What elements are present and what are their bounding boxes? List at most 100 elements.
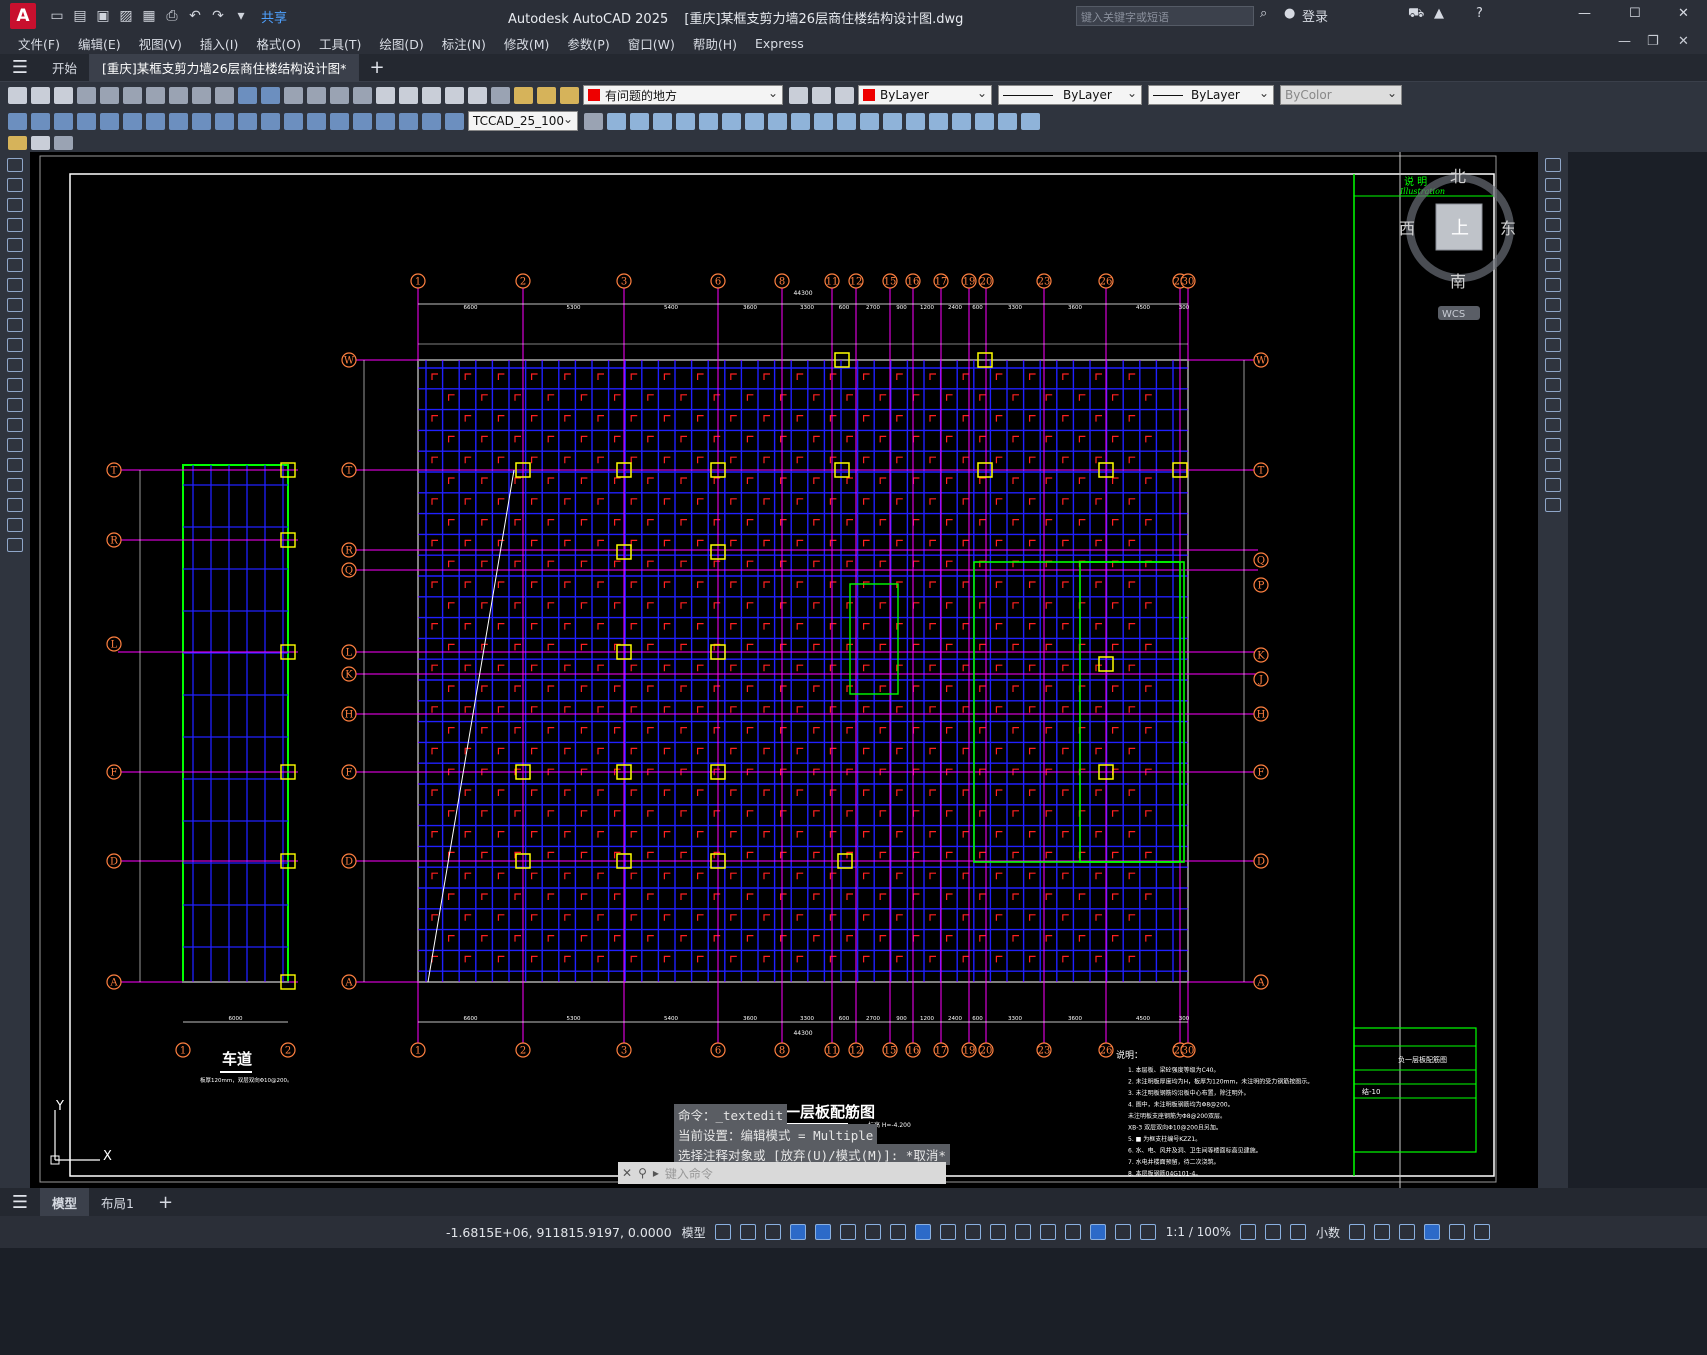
chamfer-icon[interactable] <box>1545 438 1561 452</box>
doc-minimize-icon[interactable]: — <box>1618 34 1631 49</box>
ortho-icon[interactable] <box>814 1224 831 1240</box>
model-space-button[interactable]: 模型 <box>682 1224 706 1241</box>
stretch-icon[interactable] <box>1545 318 1561 332</box>
menu-tools[interactable]: 工具(T) <box>319 34 361 53</box>
doc-restore-icon[interactable]: ❐ <box>1647 34 1659 49</box>
dim-ordinate-icon[interactable] <box>77 112 96 130</box>
region-icon[interactable] <box>7 478 23 492</box>
command-input[interactable]: 键入命令 <box>665 1165 713 1182</box>
extra-tool-1-icon[interactable] <box>8 136 27 150</box>
view-3d-9-icon[interactable] <box>791 112 810 130</box>
table-icon[interactable] <box>7 498 23 512</box>
cut-icon[interactable] <box>146 86 165 104</box>
dim-angular-icon[interactable] <box>169 112 188 130</box>
menu-dimension[interactable]: 标注(N) <box>442 34 486 53</box>
layer-previous-icon[interactable] <box>789 86 808 104</box>
maximize-icon[interactable]: ☐ <box>1629 6 1641 21</box>
dim-radius-icon[interactable] <box>100 112 119 130</box>
graphics-perf-icon[interactable] <box>1424 1224 1440 1240</box>
layer-freeze-icon[interactable] <box>560 86 579 104</box>
view-3d-11-icon[interactable] <box>837 112 856 130</box>
extra-tool-3-icon[interactable] <box>54 136 73 150</box>
qnew-icon[interactable] <box>8 86 27 104</box>
dim-text-edit-icon[interactable] <box>422 112 441 130</box>
annotation-monitor-icon[interactable] <box>1264 1224 1281 1240</box>
publish-icon[interactable]: ▦ <box>140 7 158 25</box>
coordinate-readout[interactable]: -1.6815E+06, 911815.9197, 0.0000 <box>446 1225 672 1240</box>
color-dropdown[interactable]: ByLayer <box>858 85 992 105</box>
view-3d-4-icon[interactable] <box>676 112 695 130</box>
polygon-icon[interactable] <box>7 218 23 232</box>
auto-scale-icon[interactable] <box>1114 1224 1131 1240</box>
save-icon[interactable]: ▣ <box>94 7 112 25</box>
open-file-icon[interactable]: ▤ <box>71 7 89 25</box>
erase-icon[interactable] <box>1545 158 1561 172</box>
break-at-point-icon[interactable] <box>1545 378 1561 392</box>
viewcube-north[interactable]: 北 <box>1450 167 1466 186</box>
tool-palettes-icon[interactable] <box>422 86 441 104</box>
tab-start[interactable]: 开始 <box>40 53 91 82</box>
extend-icon[interactable] <box>1545 358 1561 372</box>
gradient-icon[interactable] <box>7 458 23 472</box>
grid-icon[interactable] <box>714 1224 731 1240</box>
qdim-icon[interactable] <box>192 112 211 130</box>
tolerance-icon[interactable] <box>307 112 326 130</box>
view-3d-15-icon[interactable] <box>929 112 948 130</box>
menu-express[interactable]: Express <box>755 36 804 51</box>
layout-menu-icon[interactable]: ☰ <box>0 1192 40 1213</box>
lineweight-dropdown[interactable]: ByLayer <box>1148 85 1274 105</box>
viewcube-west[interactable]: 西 <box>1399 219 1415 238</box>
command-close-icon[interactable]: ✕ <box>622 1166 632 1180</box>
menu-parametric[interactable]: 参数(P) <box>567 34 609 53</box>
center-mark-icon[interactable] <box>330 112 349 130</box>
hatch-icon[interactable] <box>7 438 23 452</box>
line-icon[interactable] <box>7 158 23 172</box>
plot-icon[interactable] <box>77 86 96 104</box>
new-file-icon[interactable]: ▭ <box>48 7 66 25</box>
gizmo-icon[interactable] <box>1064 1224 1081 1240</box>
object-track-icon[interactable] <box>889 1224 906 1240</box>
view-3d-2-icon[interactable] <box>630 112 649 130</box>
sheet-set-icon[interactable] <box>445 86 464 104</box>
make-block-icon[interactable] <box>7 398 23 412</box>
view-3d-18-icon[interactable] <box>998 112 1017 130</box>
ucs-dynamic-icon[interactable] <box>1039 1224 1056 1240</box>
ellipse-arc-icon[interactable] <box>7 358 23 372</box>
help-search-input[interactable]: 键入关键字或短语 <box>1076 6 1254 26</box>
mtext-icon[interactable] <box>7 518 23 532</box>
infer-icon[interactable] <box>764 1224 781 1240</box>
zoom-realtime-icon[interactable] <box>307 86 326 104</box>
menu-window[interactable]: 窗口(W) <box>628 34 675 53</box>
dim-linear-icon[interactable] <box>8 112 27 130</box>
view-3d-6-icon[interactable] <box>722 112 741 130</box>
3d-osnap-icon[interactable] <box>1014 1224 1031 1240</box>
layer-iso-icon[interactable] <box>835 86 854 104</box>
print-icon[interactable]: ⎙ <box>163 7 181 25</box>
blend-icon[interactable] <box>1545 478 1561 492</box>
transparency-icon[interactable] <box>964 1224 981 1240</box>
workspace-gear-icon[interactable] <box>1239 1224 1256 1240</box>
copy-object-icon[interactable] <box>1545 178 1561 192</box>
view-3d-14-icon[interactable] <box>906 112 925 130</box>
dim-diameter-icon[interactable] <box>146 112 165 130</box>
dim-space-icon[interactable] <box>261 112 280 130</box>
viewcube-top-label[interactable]: 上 <box>1451 218 1469 239</box>
offset-icon[interactable] <box>1545 218 1561 232</box>
dim-baseline-icon[interactable] <box>215 112 234 130</box>
menu-help[interactable]: 帮助(H) <box>693 34 737 53</box>
publish-tool-icon[interactable] <box>123 86 142 104</box>
layer-match-icon[interactable] <box>812 86 831 104</box>
isodraft-icon[interactable] <box>864 1224 881 1240</box>
plotstyle-dropdown[interactable]: ByColor <box>1280 85 1402 105</box>
save-as-icon[interactable]: ▨ <box>117 7 135 25</box>
pan-icon[interactable] <box>284 86 303 104</box>
dim-break-icon[interactable] <box>284 112 303 130</box>
lock-ui-icon[interactable] <box>1374 1224 1390 1240</box>
menu-edit[interactable]: 编辑(E) <box>78 34 121 53</box>
minimize-icon[interactable]: — <box>1578 6 1591 21</box>
point-icon[interactable] <box>7 418 23 432</box>
dim-continue-icon[interactable] <box>238 112 257 130</box>
tab-model[interactable]: 模型 <box>40 1188 90 1216</box>
undo-tool-icon[interactable] <box>238 86 257 104</box>
break-icon[interactable] <box>1545 398 1561 412</box>
